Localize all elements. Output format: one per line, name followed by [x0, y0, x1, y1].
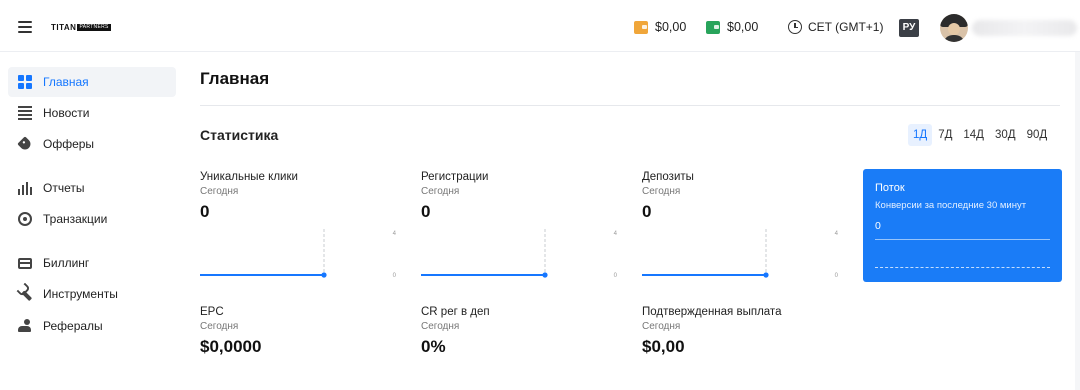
sidebar-item-label: Офферы: [43, 137, 95, 151]
sidebar-item-label: Биллинг: [43, 256, 90, 270]
sidebar-item-reports[interactable]: Отчеты: [8, 173, 176, 203]
flow-value: 0: [875, 220, 881, 232]
divider: [200, 105, 1060, 106]
wallet-amount-2: $0,00: [727, 20, 759, 34]
sidebar-item-label: Инструменты: [43, 287, 118, 301]
stat-period: Сегодня: [421, 186, 460, 197]
y-tick-label-min: 0: [835, 273, 839, 279]
sidebar-item-label: Новости: [43, 106, 90, 120]
flow-dashed-line: [875, 267, 1050, 268]
stat-label: Уникальные клики: [200, 171, 298, 183]
stat-period: Сегодня: [200, 321, 239, 332]
menu-icon[interactable]: [18, 21, 32, 33]
wallet-balance-1[interactable]: $0,00: [634, 20, 686, 34]
stat-value: 0%: [421, 337, 446, 356]
logo-sub-text: PARTNERS: [77, 24, 111, 31]
logo-main-text: TITAN: [51, 23, 77, 32]
avatar[interactable]: [940, 14, 968, 42]
stat-label: Подтвержденная выплата: [642, 306, 782, 318]
sidebar-item-home[interactable]: Главная: [8, 67, 176, 97]
timezone-label: CET (GMT+1): [808, 20, 884, 34]
period-1d[interactable]: 1Д: [908, 124, 933, 146]
flow-card: Поток Конверсии за последние 30 минут 0: [863, 169, 1062, 282]
sidebar-item-label: Главная: [43, 75, 89, 89]
data-point: [542, 272, 548, 278]
stat-value: 0: [421, 202, 431, 221]
y-tick-label-max: 4: [393, 231, 397, 237]
stat-label: Регистрации: [421, 171, 489, 183]
mini-line-chart: 40: [421, 229, 618, 279]
data-point: [763, 272, 769, 278]
y-tick-label-max: 4: [614, 231, 618, 237]
sidebar-item-news[interactable]: Новости: [8, 98, 176, 128]
stat-value: $0,00: [642, 337, 685, 356]
sidebar-item-label: Рефералы: [43, 319, 103, 333]
top-header: TITAN PARTNERS $0,00 $0,00 CET (GMT+1) Р…: [0, 0, 1080, 52]
mini-line-chart: 40: [642, 229, 839, 279]
y-tick-label-min: 0: [393, 273, 397, 279]
stat-label: Депозиты: [642, 171, 694, 183]
period-selector: 1Д 7Д 14Д 30Д 90Д: [908, 124, 1053, 146]
period-7d[interactable]: 7Д: [933, 124, 957, 146]
dashboard-icon: [18, 75, 32, 89]
period-14d[interactable]: 14Д: [958, 124, 989, 146]
wrench-icon: [15, 284, 35, 304]
logo[interactable]: TITAN PARTNERS: [51, 23, 111, 32]
stat-label: CR рег в деп: [421, 306, 490, 318]
transactions-icon: [18, 212, 32, 226]
flow-subtitle: Конверсии за последние 30 минут: [875, 200, 1027, 211]
credit-card-icon: [18, 258, 32, 269]
y-tick-label-max: 4: [835, 231, 839, 237]
clock-icon: [788, 20, 802, 34]
sidebar-item-transactions[interactable]: Транзакции: [8, 204, 176, 234]
mini-line-chart: 40: [200, 229, 397, 279]
user-name-redacted[interactable]: [972, 20, 1077, 36]
sidebar-item-offers[interactable]: Офферы: [8, 129, 176, 159]
sidebar-item-label: Транзакции: [43, 212, 108, 226]
referrals-icon: [18, 319, 32, 333]
timezone-selector[interactable]: CET (GMT+1): [788, 20, 883, 34]
period-30d[interactable]: 30Д: [990, 124, 1021, 146]
sidebar-item-label: Отчеты: [43, 181, 85, 195]
data-point: [321, 272, 327, 278]
scrollbar[interactable]: [1075, 52, 1080, 390]
stat-label: EPC: [200, 306, 224, 318]
tag-icon: [17, 136, 33, 152]
stat-period: Сегодня: [642, 321, 681, 332]
stat-value: $0,0000: [200, 337, 262, 356]
sidebar: Главная Новости Офферы Отчеты Транзакции…: [0, 52, 190, 390]
language-switch[interactable]: РУ: [899, 19, 919, 37]
section-title: Статистика: [200, 127, 279, 143]
stat-period: Сегодня: [200, 186, 239, 197]
stat-value: 0: [200, 202, 210, 221]
flow-title: Поток: [875, 182, 905, 194]
sidebar-item-billing[interactable]: Биллинг: [8, 248, 176, 278]
stat-value: 0: [642, 202, 652, 221]
period-90d[interactable]: 90Д: [1022, 124, 1053, 146]
sidebar-item-tools[interactable]: Инструменты: [8, 279, 176, 309]
stat-period: Сегодня: [642, 186, 681, 197]
green-wallet-icon: [706, 20, 720, 34]
news-icon: [18, 106, 32, 120]
flow-divider: [875, 239, 1050, 240]
orange-wallet-icon: [634, 20, 648, 34]
page-title: Главная: [200, 69, 270, 88]
y-tick-label-min: 0: [614, 273, 618, 279]
wallet-amount-1: $0,00: [655, 20, 687, 34]
wallet-balance-2[interactable]: $0,00: [706, 20, 758, 34]
sidebar-item-referrals[interactable]: Рефералы: [8, 311, 176, 341]
bar-chart-icon: [18, 181, 32, 195]
stat-period: Сегодня: [421, 321, 460, 332]
